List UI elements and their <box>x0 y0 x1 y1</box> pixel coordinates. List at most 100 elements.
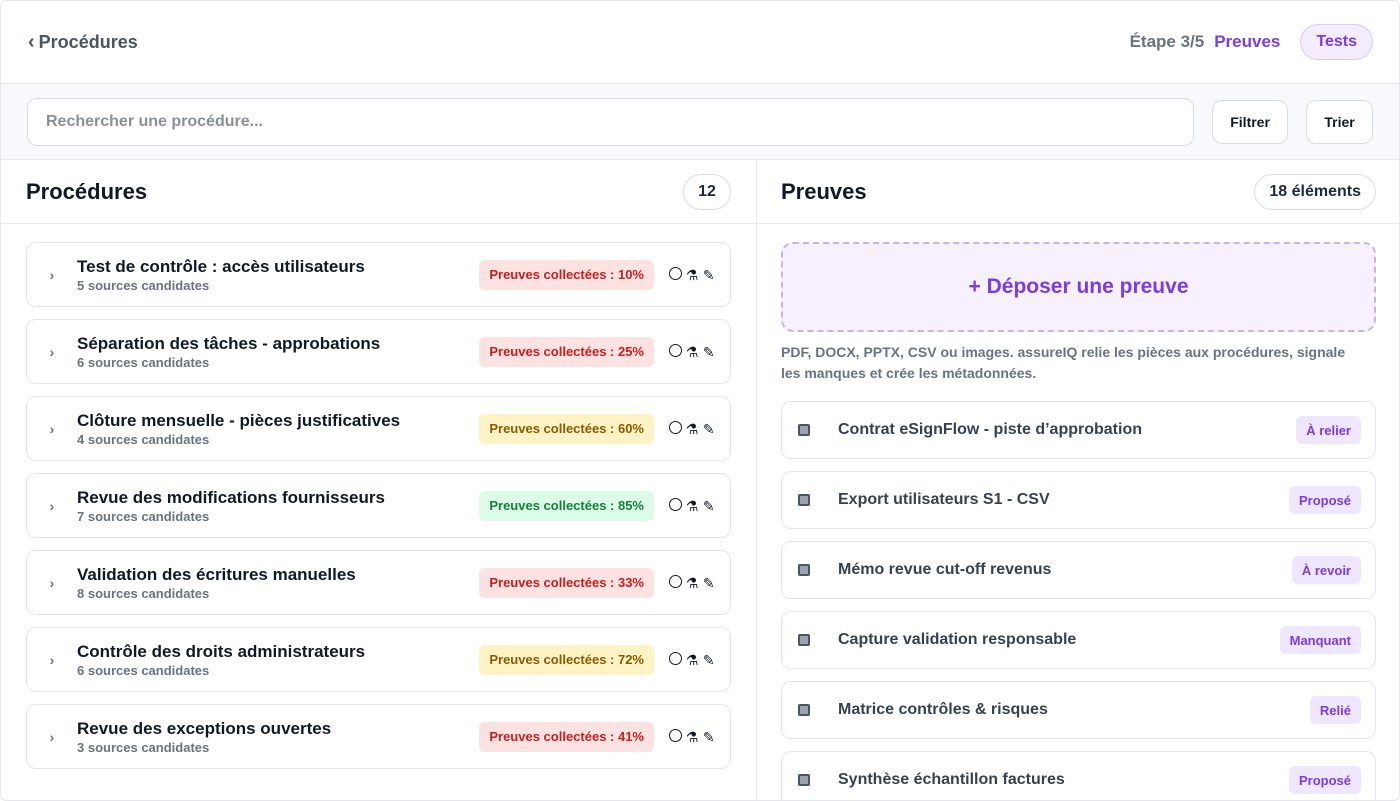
chevron-right-icon[interactable]: › <box>27 344 77 360</box>
evidence-row[interactable]: Synthèse échantillon factures Proposé <box>781 751 1376 800</box>
row-actions: ⚗ ✎ <box>668 498 716 513</box>
row-actions: ⚗ ✎ <box>668 421 716 436</box>
evidence-status-badge: Proposé <box>1288 486 1361 514</box>
evidence-progress-badge: Preuves collectées : 10% <box>479 259 654 290</box>
document-icon <box>798 634 810 646</box>
pencil-icon[interactable]: ✎ <box>701 345 716 359</box>
evidence-title: Capture validation responsable <box>838 631 1077 648</box>
procedure-list: › Test de contrôle : accès utilisateurs 5 … <box>1 224 756 769</box>
filter-button[interactable]: Filtrer <box>1212 99 1289 144</box>
flask-icon[interactable]: ⚗ <box>685 576 700 590</box>
procedures-header: Procédures 12 <box>1 160 756 224</box>
pencil-icon[interactable]: ✎ <box>701 499 716 513</box>
procedure-row[interactable]: › Revue des exceptions ouvertes 3 sources … <box>26 704 731 769</box>
sort-button[interactable]: Trier <box>1306 99 1373 144</box>
procedure-sources: 4 sources candidates <box>77 431 210 447</box>
procedure-row[interactable]: › Clôture mensuelle - pièces justificativ… <box>26 396 731 461</box>
evidence-row[interactable]: Export utilisateurs S1 - CSV Proposé <box>781 471 1376 529</box>
search-input[interactable] <box>27 97 1195 146</box>
row-actions: ⚗ ✎ <box>668 267 716 282</box>
procedure-text: Test de contrôle : accès utilisateurs 5 s… <box>77 256 479 294</box>
circle-icon[interactable] <box>668 421 683 436</box>
pencil-icon[interactable]: ✎ <box>701 730 716 744</box>
evidence-title: Matrice contrôles & risques <box>838 701 1048 718</box>
next-step-button[interactable]: Tests <box>1300 24 1373 60</box>
procedures-title: Procédures <box>26 178 148 204</box>
procedure-sources: 6 sources candidates <box>77 662 210 678</box>
top-bar: ‹ Procédures Étape 3/5 Preuves Tests <box>1 1 1399 84</box>
procedure-text: Validation des écritures manuelles 8 sour… <box>77 564 479 602</box>
circle-icon[interactable] <box>668 498 683 513</box>
evidence-title: Export utilisateurs S1 - CSV <box>838 491 1050 508</box>
flask-icon[interactable]: ⚗ <box>685 499 700 513</box>
row-actions: ⚗ ✎ <box>668 575 716 590</box>
evidence-status-badge: À revoir <box>1291 556 1361 584</box>
procedure-row[interactable]: › Revue des modifications fournisseurs 7 s… <box>26 473 731 538</box>
chevron-right-icon[interactable]: › <box>27 498 77 514</box>
document-icon <box>798 424 810 436</box>
chevron-right-icon[interactable]: › <box>27 729 77 745</box>
evidence-row[interactable]: Contrat eSignFlow - piste d’approbation À… <box>781 401 1376 459</box>
evidence-progress-badge: Preuves collectées : 60% <box>479 413 654 444</box>
procedure-row[interactable]: › Test de contrôle : accès utilisateurs 5 … <box>26 242 731 307</box>
circle-icon[interactable] <box>668 729 683 744</box>
circle-icon[interactable] <box>668 652 683 667</box>
step-current: Preuves <box>1214 32 1281 51</box>
evidence-title: Mémo revue cut-off revenus <box>838 561 1052 578</box>
procedure-title: Clôture mensuelle - pièces justificative… <box>77 410 401 430</box>
chevron-right-icon[interactable]: › <box>27 652 77 668</box>
evidence-progress-badge: Preuves collectées : 25% <box>479 336 654 367</box>
row-actions: ⚗ ✎ <box>668 344 716 359</box>
procedure-row[interactable]: › Contrôle des droits administrateurs 6 so… <box>26 627 731 692</box>
evidence-progress-badge: Preuves collectées : 41% <box>479 721 654 752</box>
pencil-icon[interactable]: ✎ <box>701 653 716 667</box>
pencil-icon[interactable]: ✎ <box>701 576 716 590</box>
pencil-icon[interactable]: ✎ <box>701 268 716 282</box>
procedure-text: Revue des modifications fournisseurs 7 so… <box>77 487 479 525</box>
evidence-title: Synthèse échantillon factures <box>838 771 1065 788</box>
chevron-right-icon[interactable]: › <box>27 267 77 283</box>
procedure-row[interactable]: › Validation des écritures manuelles 8 sou… <box>26 550 731 615</box>
flask-icon[interactable]: ⚗ <box>685 268 700 282</box>
circle-icon[interactable] <box>668 267 683 282</box>
evidence-status-badge: Proposé <box>1288 766 1361 794</box>
flask-icon[interactable]: ⚗ <box>685 653 700 667</box>
step-label: Étape 3/5 <box>1129 32 1205 51</box>
evidence-panel: Preuves 18 éléments + Déposer une preuve… <box>757 160 1399 800</box>
chevron-right-icon[interactable]: › <box>27 421 77 437</box>
evidence-progress-badge: Preuves collectées : 33% <box>479 567 654 598</box>
step-indicator: Étape 3/5 Preuves Tests <box>1130 24 1373 60</box>
procedure-sources: 8 sources candidates <box>77 585 210 601</box>
evidence-status-badge: Relié <box>1309 696 1361 724</box>
evidence-dropzone[interactable]: + Déposer une preuve <box>781 242 1376 332</box>
pencil-icon[interactable]: ✎ <box>701 422 716 436</box>
evidence-progress-badge: Preuves collectées : 72% <box>479 644 654 675</box>
evidence-row[interactable]: Matrice contrôles & risques Relié <box>781 681 1376 739</box>
evidence-title: Contrat eSignFlow - piste d’approbation <box>838 421 1142 438</box>
procedure-title: Revue des exceptions ouvertes <box>77 718 332 738</box>
procedure-row[interactable]: › Séparation des tâches - approbations 6 s… <box>26 319 731 384</box>
evidence-row[interactable]: Capture validation responsable Manquant <box>781 611 1376 669</box>
procedure-text: Contrôle des droits administrateurs 6 sou… <box>77 641 479 679</box>
procedure-title: Test de contrôle : accès utilisateurs <box>77 256 365 276</box>
flask-icon[interactable]: ⚗ <box>685 345 700 359</box>
chevron-right-icon[interactable]: › <box>27 575 77 591</box>
evidence-row[interactable]: Mémo revue cut-off revenus À revoir <box>781 541 1376 599</box>
procedure-text: Séparation des tâches - approbations 6 so… <box>77 333 479 371</box>
evidence-progress-badge: Preuves collectées : 85% <box>479 490 654 521</box>
row-actions: ⚗ ✎ <box>668 652 716 667</box>
procedure-title: Revue des modifications fournisseurs <box>77 487 385 507</box>
document-icon <box>798 564 810 576</box>
procedure-text: Clôture mensuelle - pièces justificative… <box>77 410 479 448</box>
back-link[interactable]: ‹ Procédures <box>28 32 138 53</box>
flask-icon[interactable]: ⚗ <box>685 422 700 436</box>
search-bar: Filtrer Trier <box>1 84 1399 160</box>
flask-icon[interactable]: ⚗ <box>685 730 700 744</box>
procedure-sources: 7 sources candidates <box>77 508 210 524</box>
evidence-list: Contrat eSignFlow - piste d’approbation À… <box>757 384 1399 800</box>
circle-icon[interactable] <box>668 344 683 359</box>
procedures-count: 12 <box>683 173 731 210</box>
circle-icon[interactable] <box>668 575 683 590</box>
procedure-title: Séparation des tâches - approbations <box>77 333 381 353</box>
chevron-left-icon: ‹ <box>28 31 35 53</box>
